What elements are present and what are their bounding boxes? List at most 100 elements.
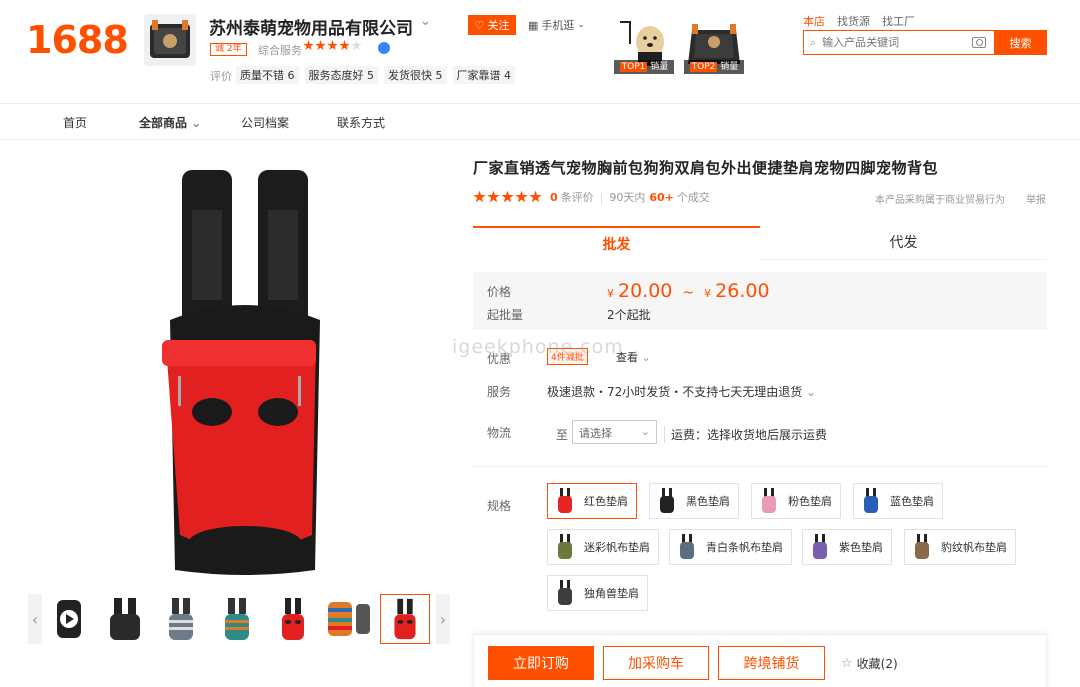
thumbnail[interactable]: [156, 594, 206, 644]
sku-label: 红色垫肩: [584, 495, 628, 508]
sku-label: 青白条帆布垫肩: [706, 541, 783, 554]
top-product-1[interactable]: TOP1 销量: [614, 14, 674, 74]
review-count[interactable]: 0: [550, 191, 558, 204]
scope-tab-factory[interactable]: 找工厂: [882, 13, 915, 29]
star-icon: [473, 190, 486, 203]
nav-home[interactable]: 首页: [63, 114, 87, 131]
sku-label: 蓝色垫肩: [890, 495, 934, 508]
favorite-label: 收藏(2): [856, 657, 898, 671]
sku-option[interactable]: 黑色垫肩: [649, 483, 739, 519]
section-divider: [473, 466, 1047, 467]
scope-tab-sourcing[interactable]: 找货源: [837, 13, 870, 29]
membership-years-badge: 诚 2年: [210, 43, 247, 56]
sales-label: 个成交: [676, 191, 710, 204]
moq-label: 起批量: [487, 308, 524, 322]
sku-label: 紫色垫肩: [839, 541, 883, 554]
mobile-link[interactable]: ▦ 手机逛 ⌄: [528, 17, 585, 33]
purchase-mode-tabs: 批发 代发: [473, 226, 1047, 260]
sku-thumbnail: [558, 488, 572, 513]
favorite-button[interactable]: ☆ 收藏(2): [841, 655, 898, 672]
discount-tag: 4件减批: [547, 348, 588, 365]
region-select[interactable]: 请选择 ⌄: [572, 420, 657, 444]
buy-now-button[interactable]: 立即订购: [488, 646, 594, 680]
sales-prefix: 90天内: [609, 191, 646, 204]
site-header: 1688 苏州泰萌宠物用品有限公司 ⌄ ♡ 关注 ▦ 手机逛 ⌄ 诚 2年 综合…: [0, 0, 1080, 104]
chevron-down-icon: ⌄: [577, 20, 585, 30]
tab-dropship[interactable]: 代发: [760, 226, 1047, 260]
sku-option[interactable]: 独角兽垫肩: [547, 575, 648, 611]
thumbnail[interactable]: [100, 594, 150, 644]
rating-chips: 质量不错 6 服务态度好 5 发货很快 5 厂家靠谱 4: [236, 66, 515, 84]
top-product-2[interactable]: TOP2 销量: [684, 14, 744, 74]
tab-wholesale[interactable]: 批发: [473, 226, 760, 260]
thumbnail-selected[interactable]: [380, 594, 430, 644]
shop-avatar[interactable]: [144, 14, 196, 66]
shop-name[interactable]: 苏州泰萌宠物用品有限公司: [209, 14, 413, 39]
star-icon: [351, 40, 362, 51]
shop-nav: 首页 全部商品 ⌄ 公司档案 联系方式: [0, 104, 1080, 140]
currency-symbol: ¥: [607, 287, 614, 300]
service-guarantees[interactable]: 极速退款・72小时发货・不支持七天无理由退货 ⌄: [547, 383, 816, 400]
scope-tab-shop[interactable]: 本店: [803, 13, 825, 29]
price-label: 价格: [487, 285, 512, 299]
price-min: 20.00: [618, 280, 673, 302]
star-icon: [501, 190, 514, 203]
sku-option[interactable]: 蓝色垫肩: [853, 483, 943, 519]
follow-button[interactable]: ♡ 关注: [468, 15, 516, 35]
star-icon: [315, 40, 326, 51]
thumb-next-arrow[interactable]: ›: [436, 594, 450, 644]
sku-option[interactable]: 迷彩帆布垫肩: [547, 529, 659, 565]
overall-service-label: 综合服务: [258, 44, 302, 57]
thumb-prev-arrow[interactable]: ‹: [28, 594, 42, 644]
sales-count: 60+: [649, 190, 674, 204]
spec-label: 规格: [487, 499, 512, 513]
qrcode-icon: ▦: [528, 18, 539, 32]
currency-symbol: ¥: [704, 287, 712, 300]
nav-contact[interactable]: 联系方式: [337, 114, 385, 131]
discount-more-link[interactable]: 查看 ⌄: [616, 349, 651, 365]
product-stars: [473, 190, 542, 204]
sku-option[interactable]: 豹纹帆布垫肩: [904, 529, 1016, 565]
follow-label: 关注: [487, 19, 510, 32]
sku-option[interactable]: 青白条帆布垫肩: [669, 529, 792, 565]
thumbnail[interactable]: [212, 594, 262, 644]
review-label: 条评价: [560, 191, 594, 204]
ship-to-label: 至: [556, 428, 569, 442]
thumbnail-video[interactable]: [44, 594, 94, 644]
thumbnail[interactable]: [268, 594, 318, 644]
sku-thumbnail: [680, 534, 694, 559]
service-label: 服务: [487, 385, 512, 399]
add-to-cart-button[interactable]: 加采购车: [603, 646, 709, 680]
logistics-label: 物流: [487, 426, 512, 440]
top-rank-tag: TOP1 销量: [614, 60, 674, 74]
star-icon: [327, 40, 338, 51]
action-bar: 立即订购 加采购车 跨境铺货 ☆ 收藏(2): [473, 634, 1047, 687]
sku-thumbnail: [762, 488, 776, 513]
report-link[interactable]: 举报: [1026, 191, 1046, 206]
search-button[interactable]: 搜索: [994, 30, 1047, 55]
sku-option[interactable]: 紫色垫肩: [802, 529, 892, 565]
camera-icon[interactable]: [972, 37, 986, 48]
star-icon: [303, 40, 314, 51]
sku-thumbnail: [558, 534, 572, 559]
sku-label: 豹纹帆布垫肩: [941, 541, 1007, 554]
discount-more-label: 查看: [616, 351, 638, 364]
thumbnail[interactable]: [324, 594, 374, 644]
star-icon: [529, 190, 542, 203]
search-scope-tabs: 本店 找货源 找工厂: [803, 13, 915, 29]
nav-company-profile[interactable]: 公司档案: [241, 114, 289, 131]
price-separator: ~: [682, 285, 695, 301]
product-meta: 0 条评价 | 90天内 60+ 个成交: [473, 189, 710, 205]
service-text: 极速退款・72小时发货・不支持七天无理由退货: [547, 385, 803, 399]
cross-border-button[interactable]: 跨境铺货: [718, 646, 825, 680]
chevron-down-icon[interactable]: ⌄: [420, 14, 431, 29]
chevron-down-icon: ⌄: [806, 385, 817, 399]
sku-option-selected[interactable]: 红色垫肩: [547, 483, 637, 519]
sku-thumbnail: [864, 488, 878, 513]
product-main-image[interactable]: [100, 150, 430, 580]
sku-option[interactable]: 粉色垫肩: [751, 483, 841, 519]
site-logo[interactable]: 1688: [26, 18, 129, 62]
nav-all-products-label: 全部商品: [139, 116, 188, 130]
nav-all-products[interactable]: 全部商品 ⌄: [139, 114, 201, 131]
search-input[interactable]: [822, 36, 963, 49]
